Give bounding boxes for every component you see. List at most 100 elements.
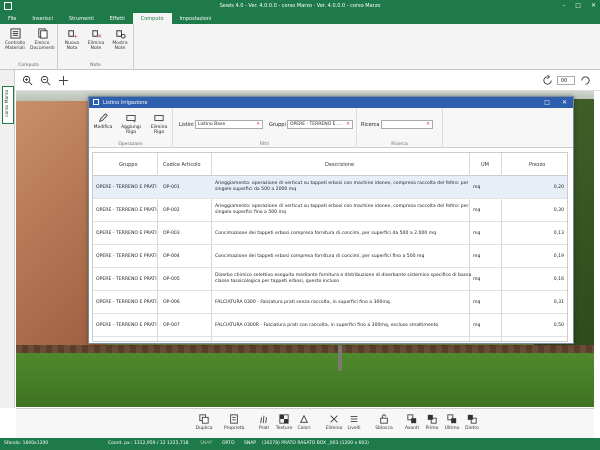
column-header-descrizione[interactable]: Descrizione xyxy=(325,162,354,168)
delete-row-icon: - xyxy=(154,115,164,123)
column-header-um[interactable]: UM xyxy=(481,162,489,168)
tab-file[interactable]: File xyxy=(0,13,24,24)
column-header-gruppo[interactable]: Gruppo xyxy=(119,162,138,168)
ultimo-button[interactable]: Ultimo xyxy=(442,414,462,431)
listino-select[interactable]: Listino Base ✕ xyxy=(195,120,263,129)
delete-note-icon: ✕ xyxy=(91,30,102,39)
status-info: (30278) PRATO RASATO BOX _003 (1200 x 60… xyxy=(262,441,369,446)
texture-button[interactable]: Texture xyxy=(274,414,294,431)
proprieta-button[interactable]: Proprietà xyxy=(224,414,244,431)
table-row[interactable]: OPERE - TERRENO E PRATI OP-003 Concimazi… xyxy=(93,222,567,245)
column-header-codice[interactable]: Codice Articolo xyxy=(163,162,201,168)
clear-icon[interactable]: ✕ xyxy=(426,122,430,127)
cell-um: mq xyxy=(473,277,481,282)
elimina-riga-label: Elimina Riga xyxy=(150,125,168,135)
gruppi-select[interactable]: OPERE - TERRENO E ... ✕ xyxy=(287,120,353,129)
listini-label: Listini xyxy=(179,122,194,128)
close-icon[interactable]: ✕ xyxy=(562,99,567,106)
cell-codice: OP-001 xyxy=(163,185,180,190)
ricerca-label: Ricerca xyxy=(361,122,380,128)
status-toggle-snap2[interactable]: SNAP xyxy=(244,441,256,446)
refresh-icon[interactable] xyxy=(542,75,553,86)
listino-dialog: Listino Irrigazione □ ✕ Modifica + Aggiun… xyxy=(88,96,574,344)
primo-button[interactable]: Primo xyxy=(422,414,442,431)
zoom-out-icon[interactable] xyxy=(40,75,51,86)
aggiungi-riga-button[interactable]: + Aggiungi Riga xyxy=(119,113,143,135)
close-icon[interactable]: ✕ xyxy=(591,2,596,9)
cell-prezzo: 0,30 xyxy=(553,208,564,213)
prati-button[interactable]: Prati xyxy=(254,414,274,431)
tab-impostazioni[interactable]: Impostazioni xyxy=(172,13,220,24)
tab-strumenti[interactable]: Strumenti xyxy=(61,13,102,24)
column-header-prezzo[interactable]: Prezzo xyxy=(529,162,545,168)
cell-descrizione-line1: FALCIATURA 0300 - Falciatura prati senza… xyxy=(215,300,392,305)
cell-descrizione-line1: Arieggiamento: operazione di verticut su… xyxy=(215,204,469,209)
cell-gruppo: OPERE - TERRENO E PRATI xyxy=(96,185,157,190)
search-input[interactable]: ✕ xyxy=(381,120,433,129)
modifica-label: Modifica xyxy=(93,125,113,130)
cell-descrizione-line1: FALCIATURA 0300R - Falciatura prati con … xyxy=(215,323,439,328)
cell-codice: OP-002 xyxy=(163,208,180,213)
dialog-toolbar: Modifica + Aggiungi Riga - Elimina Riga … xyxy=(89,108,573,148)
zoom-in-icon[interactable] xyxy=(22,75,33,86)
table-row[interactable]: OPERE - TERRENO E PRATI OP-005 Diserbo c… xyxy=(93,268,567,291)
controllo-materiali-button[interactable]: Controllo Materiali xyxy=(3,28,27,51)
table-row[interactable]: OPERE - TERRENO E PRATI OP-002 Arieggiam… xyxy=(93,199,567,222)
clear-icon[interactable]: ✕ xyxy=(346,122,350,127)
cell-descrizione-line1: Arieggiamento: operazione di verticut su… xyxy=(215,181,469,186)
maximize-icon[interactable]: □ xyxy=(575,2,581,9)
view-toolbar: 00 xyxy=(0,70,600,91)
cell-prezzo: 0,13 xyxy=(553,231,564,236)
cell-descrizione-line1: Concimazione dei tappeti erbosi compresa… xyxy=(215,254,425,259)
project-tab[interactable]: corso Marzo xyxy=(2,86,14,124)
status-background: Sfondo: 1600x1200 xyxy=(4,441,49,446)
avanti-button[interactable]: Avanti xyxy=(402,414,422,431)
table-row[interactable]: OPERE - TERRENO E PRATI OP-004 Concimazi… xyxy=(93,245,567,268)
add-row-icon: + xyxy=(126,115,136,123)
tab-inserisci[interactable]: Inserisci xyxy=(24,13,61,24)
modifica-button[interactable]: Modifica xyxy=(91,113,115,130)
table-row[interactable]: OPERE - TERRENO E PRATI OP-001 Arieggiam… xyxy=(93,176,567,199)
tab-effetti[interactable]: Effetti xyxy=(102,13,133,24)
minimize-icon[interactable]: – xyxy=(562,2,565,9)
gruppi-label: Gruppi xyxy=(269,122,286,128)
status-toggle-orto[interactable]: ORTO xyxy=(222,441,235,446)
cell-codice: OP-004 xyxy=(163,254,180,259)
tab-computo[interactable]: Computo xyxy=(132,13,172,24)
status-toggle-snap[interactable]: SNAP xyxy=(200,441,212,446)
maximize-icon[interactable]: □ xyxy=(544,99,550,106)
duplicate-icon xyxy=(199,414,209,424)
texture-icon xyxy=(279,414,289,424)
rotate-icon[interactable] xyxy=(580,75,591,86)
table-row[interactable]: OPERE - TERRENO E PRATI OP-006 FALCIATUR… xyxy=(93,291,567,314)
cell-gruppo: OPERE - TERRENO E PRATI xyxy=(96,323,157,328)
dietro-button[interactable]: Dietro xyxy=(462,414,482,431)
mostra-note-button[interactable]: Mostra Note xyxy=(108,28,132,51)
cell-um: mq xyxy=(473,185,481,190)
clear-icon[interactable]: ✕ xyxy=(256,122,260,127)
elimina-riga-button[interactable]: - Elimina Riga xyxy=(147,113,171,135)
cell-gruppo: OPERE - TERRENO E PRATI xyxy=(96,231,157,236)
prati-label: Prati xyxy=(258,426,270,431)
duplica-button[interactable]: Duplica xyxy=(194,414,214,431)
nuova-nota-button[interactable]: + Nuova Nota xyxy=(60,28,84,51)
proprieta-label: Proprietà xyxy=(224,426,245,431)
elimina-note-button[interactable]: ✕ Elimina Note xyxy=(84,28,108,51)
cell-um: mq xyxy=(473,231,481,236)
zoom-level-field[interactable]: 00 xyxy=(557,76,575,85)
gruppi-value: OPERE - TERRENO E ... xyxy=(290,122,342,127)
menu-tabs: File Inserisci Strumenti Effetti Computo… xyxy=(0,13,600,24)
sblocca-button[interactable]: Sblocca xyxy=(374,414,394,431)
colori-button[interactable]: Colori xyxy=(294,414,314,431)
documents-icon xyxy=(37,28,48,39)
livelli-button[interactable]: Livelli xyxy=(344,414,364,431)
cell-descrizione-line1: Diserbo chimico selettivo eseguito media… xyxy=(215,273,472,278)
move-icon[interactable] xyxy=(58,75,69,86)
sblocca-label: Sblocca xyxy=(375,426,393,431)
table-row[interactable]: OPERE - TERRENO E PRATI OP-007 FALCIATUR… xyxy=(93,314,567,337)
bring-forward-icon xyxy=(407,414,417,424)
elimina-button[interactable]: Elimina xyxy=(324,414,344,431)
cell-um: mq xyxy=(473,254,481,259)
elenco-documenti-button[interactable]: Elenco Documenti xyxy=(30,28,55,51)
elimina-note-label: Elimina Note xyxy=(87,41,105,51)
